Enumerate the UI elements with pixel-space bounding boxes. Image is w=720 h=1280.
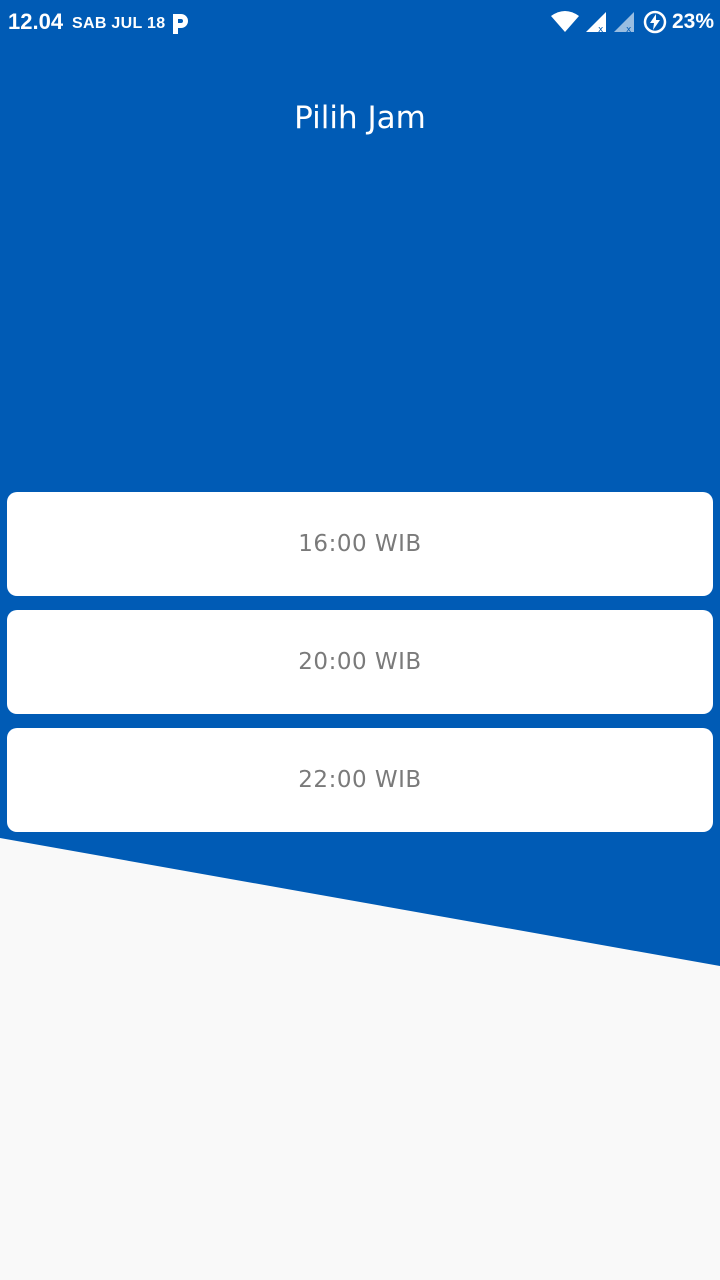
status-date: SAB JUL 18 (72, 15, 166, 32)
status-bar: 12.04 SAB JUL 18 x x 23% (0, 0, 720, 48)
status-time: 12.04 (8, 9, 64, 34)
wifi-icon (551, 11, 579, 32)
signal-icon: x (586, 12, 606, 34)
battery-charging-icon (643, 10, 667, 34)
page-title: Pilih Jam (294, 100, 426, 136)
time-option-2200[interactable]: 22:00 WIB (7, 728, 713, 832)
battery-percent: 23% (672, 10, 715, 33)
time-option-1600[interactable]: 16:00 WIB (7, 492, 713, 596)
svg-text:x: x (626, 25, 632, 34)
time-option-2000[interactable]: 20:00 WIB (7, 610, 713, 714)
signal-icon: x (614, 12, 634, 34)
svg-text:x: x (598, 25, 604, 34)
parking-app-icon (173, 14, 188, 34)
time-option-list: 16:00 WIB 20:00 WIB 22:00 WIB (7, 492, 713, 846)
